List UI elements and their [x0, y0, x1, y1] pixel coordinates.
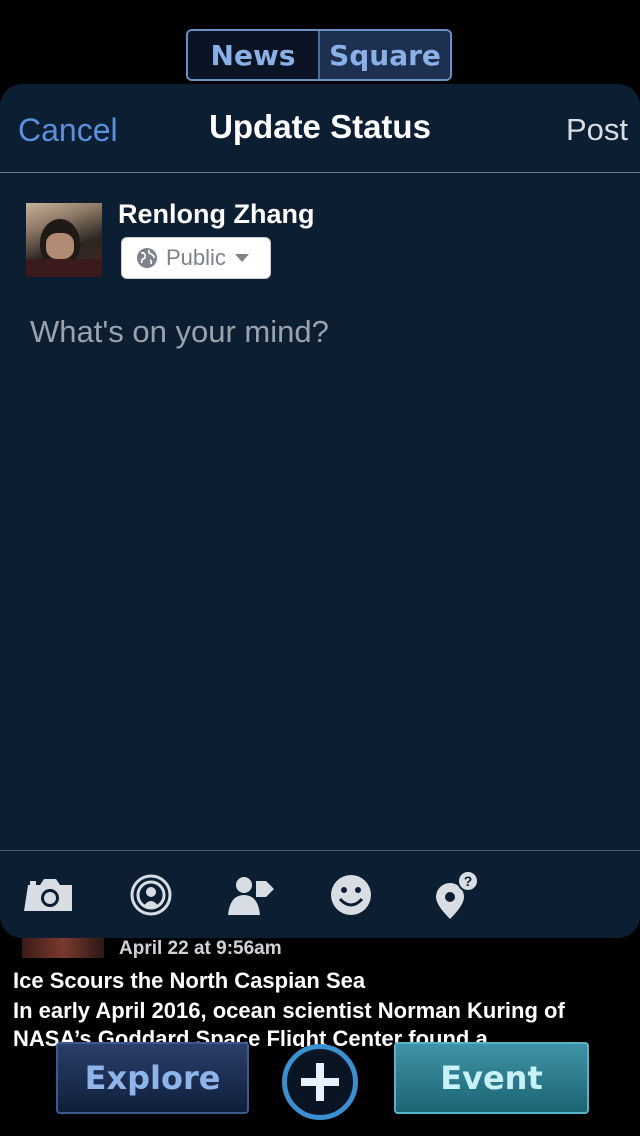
- navigation-bar: Cancel Update Status Post: [0, 84, 640, 173]
- emoji-icon[interactable]: [325, 869, 377, 921]
- update-status-sheet: Cancel Update Status Post Renlong Zhang …: [0, 84, 640, 938]
- feed-body[interactable]: In early April 2016, ocean scientist Nor…: [13, 997, 633, 1047]
- event-button[interactable]: Event: [394, 1042, 589, 1114]
- check-in-icon[interactable]: ?: [430, 869, 482, 921]
- segmented-control: News Square: [186, 29, 452, 81]
- status-input[interactable]: What's on your mind?: [30, 314, 329, 350]
- feed-title[interactable]: Ice Scours the North Caspian Sea: [13, 968, 365, 994]
- feed-date: April 22 at 9:56am: [119, 938, 282, 959]
- tag-friends-icon[interactable]: [224, 869, 276, 921]
- camera-icon[interactable]: [24, 869, 76, 921]
- privacy-selector[interactable]: Public: [121, 237, 271, 279]
- svg-text:?: ?: [464, 873, 473, 889]
- segment-square[interactable]: Square: [320, 31, 450, 79]
- post-button[interactable]: Post: [566, 112, 628, 148]
- caret-down-icon: [234, 254, 249, 262]
- privacy-label: Public: [166, 245, 226, 270]
- composer-toolbar: ?: [0, 850, 640, 938]
- user-name: Renlong Zhang: [118, 199, 315, 229]
- globe-icon: [137, 248, 157, 268]
- explore-button[interactable]: Explore: [56, 1042, 249, 1114]
- segment-news[interactable]: News: [188, 31, 320, 79]
- avatar: [26, 203, 102, 277]
- add-button[interactable]: [282, 1044, 358, 1120]
- page-title: Update Status: [209, 108, 431, 145]
- feed-thumbnail[interactable]: [22, 938, 104, 958]
- plus-icon: [301, 1063, 339, 1101]
- live-broadcast-icon[interactable]: [125, 869, 177, 921]
